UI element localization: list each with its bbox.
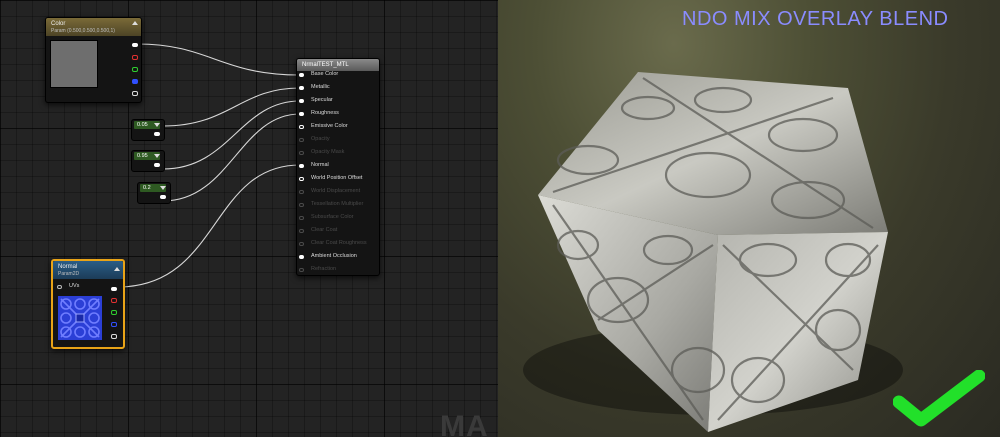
input-normal[interactable]: Normal: [299, 162, 329, 168]
dropdown-arrow-icon[interactable]: [154, 154, 160, 158]
normal-map-preview: [58, 296, 102, 340]
rgb-output-pin[interactable]: [111, 287, 117, 291]
input-pin[interactable]: [299, 86, 304, 90]
checkmark-icon: [893, 370, 985, 427]
green-output-pin[interactable]: [111, 310, 117, 315]
normal-node-title: Normal: [58, 264, 78, 270]
color-param-node[interactable]: Color Param (0.500,0.500,0.500,1): [45, 17, 142, 103]
wire-base-color: [136, 43, 301, 76]
dropdown-arrow-icon[interactable]: [154, 123, 160, 127]
output-pin[interactable]: [154, 163, 160, 167]
input-pin: [299, 242, 304, 246]
alpha-output-pin[interactable]: [132, 91, 138, 96]
color-preview-swatch: [50, 40, 98, 88]
blue-output-pin[interactable]: [132, 79, 138, 84]
input-pin: [299, 138, 304, 142]
input-pin[interactable]: [299, 99, 304, 103]
input-refraction: Refraction: [299, 266, 336, 272]
input-ambient-occlusion[interactable]: Ambient Occlusion: [299, 253, 357, 259]
input-world-displacement: World Displacement: [299, 188, 360, 194]
constant-node-metallic[interactable]: 0.05: [131, 119, 165, 141]
color-node-title: Color: [51, 21, 66, 27]
rgba-output-pin[interactable]: [132, 43, 138, 47]
collapse-arrow-icon[interactable]: [114, 267, 120, 271]
green-output-pin[interactable]: [132, 67, 138, 72]
input-specular[interactable]: Specular: [299, 97, 333, 103]
input-world-position-offset[interactable]: World Position Offset: [299, 175, 362, 181]
input-metallic[interactable]: Metallic: [299, 84, 330, 90]
input-clear-coat-roughness: Clear Coat Roughness: [299, 240, 367, 246]
wire-metallic: [162, 87, 301, 127]
normal-node-header: Normal Param2D: [53, 261, 123, 279]
input-emissive-color[interactable]: Emissive Color: [299, 123, 348, 129]
input-pin[interactable]: [299, 73, 304, 77]
input-pin[interactable]: [299, 125, 304, 129]
input-pin: [299, 268, 304, 272]
material-result-node[interactable]: NrmalTEST_MTL Base Color Metallic Specul…: [296, 58, 380, 276]
input-clear-coat: Clear Coat: [299, 227, 337, 233]
input-pin: [299, 151, 304, 155]
input-roughness[interactable]: Roughness: [299, 110, 339, 116]
alpha-output-pin[interactable]: [111, 334, 117, 339]
input-pin[interactable]: [299, 177, 304, 181]
collapse-arrow-icon[interactable]: [132, 21, 138, 25]
wire-specular: [162, 100, 301, 170]
uvs-input[interactable]: UVs: [57, 283, 79, 289]
output-pin[interactable]: [160, 195, 166, 199]
input-pin: [299, 216, 304, 220]
input-pin[interactable]: [299, 112, 304, 116]
color-node-subtitle: Param (0.500,0.500,0.500,1): [51, 28, 115, 34]
input-pin: [299, 229, 304, 233]
constant-node-roughness[interactable]: 0.2: [137, 182, 171, 204]
input-pin: [299, 190, 304, 194]
constant-node-specular[interactable]: 0.95: [131, 150, 165, 172]
color-node-header: Color Param (0.500,0.500,0.500,1): [46, 18, 141, 36]
material-graph-panel[interactable]: Color Param (0.500,0.500,0.500,1) 0.05 0…: [0, 0, 498, 437]
input-pin[interactable]: [299, 255, 304, 259]
viewport-title: NDO MIX OVERLAY BLEND: [682, 8, 949, 30]
red-output-pin[interactable]: [111, 298, 117, 303]
graph-watermark: MA: [440, 410, 489, 437]
input-subsurface-color: Subsurface Color: [299, 214, 354, 220]
blue-output-pin[interactable]: [111, 322, 117, 327]
normal-node-subtitle: Param2D: [58, 271, 80, 277]
material-node-title: NrmalTEST_MTL: [302, 62, 349, 68]
material-node-header: NrmalTEST_MTL: [297, 59, 379, 71]
input-opacity-mask: Opacity Mask: [299, 149, 344, 155]
input-pin[interactable]: [57, 285, 62, 289]
preview-viewport[interactable]: NDO MIX OVERLAY BLEND: [498, 0, 1000, 437]
wire-roughness: [162, 113, 301, 202]
input-opacity: Opacity: [299, 136, 330, 142]
red-output-pin[interactable]: [132, 55, 138, 60]
dropdown-arrow-icon[interactable]: [160, 186, 166, 190]
input-tessellation-multiplier: Tessellation Multiplier: [299, 201, 363, 207]
normal-texture-node[interactable]: Normal Param2D UVs: [51, 259, 125, 349]
input-pin[interactable]: [299, 164, 304, 168]
input-pin: [299, 203, 304, 207]
input-base-color[interactable]: Base Color: [299, 71, 338, 77]
output-pin[interactable]: [154, 132, 160, 136]
